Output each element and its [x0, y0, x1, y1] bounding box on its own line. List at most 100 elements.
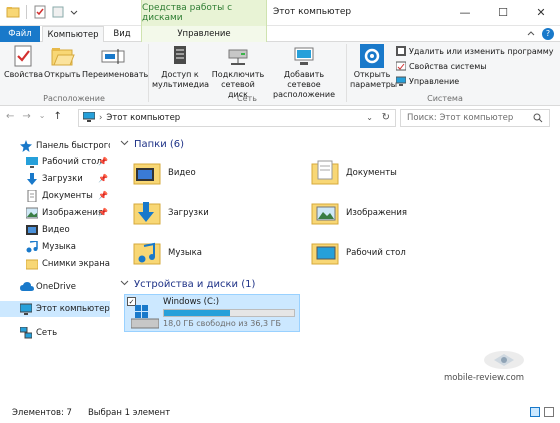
nav-music[interactable]: Музыка: [0, 239, 110, 255]
nav-network[interactable]: Сеть: [0, 325, 110, 341]
properties-icon: [10, 44, 36, 68]
nav-label: Рабочий стол: [42, 157, 102, 167]
pin-icon[interactable]: 📌: [98, 157, 108, 166]
divider: [26, 5, 27, 19]
folder-item-music[interactable]: Музыка: [132, 238, 202, 268]
system-properties-button[interactable]: Свойства системы: [395, 61, 487, 71]
search-placeholder: Поиск: Этот компьютер: [407, 113, 514, 123]
collapse-chevron-icon[interactable]: [120, 278, 129, 290]
address-row: ← → ⌄ ↑ › Этот компьютер ⌄ ↻ Поиск: Этот…: [0, 106, 560, 130]
tab-computer[interactable]: Компьютер: [42, 26, 104, 43]
open-button[interactable]: Открыть: [44, 44, 81, 80]
nav-label: Изображения: [42, 208, 104, 218]
nav-screenshots[interactable]: Снимки экрана: [0, 256, 110, 272]
pin-icon[interactable]: 📌: [98, 191, 108, 200]
nav-label: Панель быстрого до: [36, 141, 110, 151]
computer-icon: [82, 111, 96, 125]
properties-button[interactable]: Свойства: [4, 44, 43, 80]
uninstall-program-button[interactable]: Удалить или изменить программу: [396, 46, 554, 56]
divider: [148, 44, 149, 102]
view-switcher: [530, 407, 554, 417]
help-icon[interactable]: ?: [542, 28, 554, 40]
address-bar[interactable]: › Этот компьютер ⌄ ↻: [78, 109, 396, 127]
network-location-icon: [291, 44, 317, 68]
nav-downloads[interactable]: Загрузки 📌: [0, 171, 110, 187]
documents-folder-icon: [310, 158, 340, 188]
context-tab-disk-tools: Средства работы с дисками: [141, 0, 267, 26]
open-settings-label: Открыть параметры: [350, 70, 398, 89]
collapse-ribbon-icon[interactable]: [526, 28, 536, 41]
new-folder-qat-icon[interactable]: [51, 5, 65, 19]
devices-header-label: Устройства и диски (1): [134, 278, 256, 290]
uninstall-icon: [396, 46, 406, 56]
downloads-folder-icon: [132, 198, 162, 228]
window-title: Этот компьютер: [273, 7, 352, 17]
nav-label: Этот компьютер: [36, 304, 110, 314]
add-network-location-button[interactable]: Добавить сетевое расположение: [268, 44, 340, 100]
nav-this-pc[interactable]: Этот компьютер: [0, 301, 110, 317]
devices-group-header[interactable]: Устройства и диски (1): [120, 278, 255, 290]
nav-documents[interactable]: Документы 📌: [0, 188, 110, 204]
tab-view[interactable]: Вид: [108, 26, 136, 42]
open-settings-button[interactable]: Открыть параметры: [350, 44, 398, 90]
folder-item-desktop[interactable]: Рабочий стол: [310, 238, 406, 268]
rename-button[interactable]: Переименовать: [82, 44, 148, 80]
folder-item-video[interactable]: Видео: [132, 158, 196, 188]
folders-group-header[interactable]: Папки (6): [120, 138, 184, 150]
manage-button[interactable]: Управление: [395, 76, 459, 86]
drive-item-c[interactable]: ✓ Windows (C:) 18,0 ГБ свободно из 36,3 …: [124, 294, 300, 332]
properties-qat-icon[interactable]: [33, 5, 47, 19]
gear-icon: [359, 44, 385, 68]
tab-file[interactable]: Файл: [0, 26, 40, 42]
nav-desktop[interactable]: Рабочий стол 📌: [0, 154, 110, 170]
pin-icon[interactable]: 📌: [98, 208, 108, 217]
close-button[interactable]: ✕: [522, 0, 560, 24]
drive-free-space: 18,0 ГБ свободно из 36,3 ГБ: [163, 319, 282, 328]
folder-item-downloads[interactable]: Загрузки: [132, 198, 209, 228]
recent-chevron-icon[interactable]: ⌄: [39, 111, 46, 122]
folder-label: Документы: [346, 168, 397, 178]
details-view-icon[interactable]: [530, 407, 540, 417]
media-access-button[interactable]: Доступ к мультимедиа: [152, 44, 209, 90]
music-folder-icon: [132, 238, 162, 268]
system-properties-label: Свойства системы: [409, 61, 487, 71]
collapse-chevron-icon[interactable]: [120, 138, 129, 150]
open-label: Открыть: [44, 70, 81, 79]
address-chevron-icon[interactable]: ›: [99, 113, 102, 123]
maximize-button[interactable]: ☐: [484, 0, 522, 24]
folder-icon: [25, 258, 39, 270]
folder-label: Рабочий стол: [346, 248, 406, 258]
computer-icon: [19, 303, 33, 315]
pin-icon[interactable]: 📌: [98, 174, 108, 183]
folders-header-label: Папки (6): [134, 138, 185, 150]
folder-label: Видео: [168, 168, 196, 178]
cloud-icon: [20, 281, 34, 293]
drive-usage-fill: [164, 310, 230, 316]
refresh-icon[interactable]: ↻: [382, 112, 390, 123]
chevron-down-icon[interactable]: [69, 5, 83, 19]
group-label-location: Расположение: [43, 94, 105, 103]
forward-arrow-icon[interactable]: →: [22, 111, 30, 122]
folder-icon: [6, 5, 20, 19]
drive-usage-bar: [163, 309, 295, 317]
folder-item-documents[interactable]: Документы: [310, 158, 397, 188]
search-input[interactable]: Поиск: Этот компьютер: [400, 109, 550, 127]
minimize-button[interactable]: —: [446, 0, 484, 24]
nav-quick-access[interactable]: Панель быстрого до: [0, 138, 110, 154]
tab-manage[interactable]: Управление: [141, 26, 267, 42]
up-arrow-icon[interactable]: ↑: [53, 111, 61, 122]
nav-onedrive[interactable]: OneDrive: [0, 279, 110, 295]
nav-video[interactable]: Видео: [0, 222, 110, 238]
window-controls: — ☐ ✕: [446, 0, 560, 24]
open-folder-icon: [49, 44, 75, 68]
folder-item-images[interactable]: Изображения: [310, 198, 407, 228]
address-dropdown-icon[interactable]: ⌄: [366, 113, 373, 122]
map-drive-button[interactable]: Подключить сетевой диск: [210, 44, 266, 100]
nav-images[interactable]: Изображения 📌: [0, 205, 110, 221]
search-icon: [533, 113, 543, 126]
quick-access-toolbar: [6, 5, 83, 19]
back-arrow-icon[interactable]: ←: [6, 111, 14, 122]
status-selected: Выбран 1 элемент: [87, 407, 171, 418]
tiles-view-icon[interactable]: [544, 407, 554, 417]
nav-label: OneDrive: [36, 282, 76, 292]
